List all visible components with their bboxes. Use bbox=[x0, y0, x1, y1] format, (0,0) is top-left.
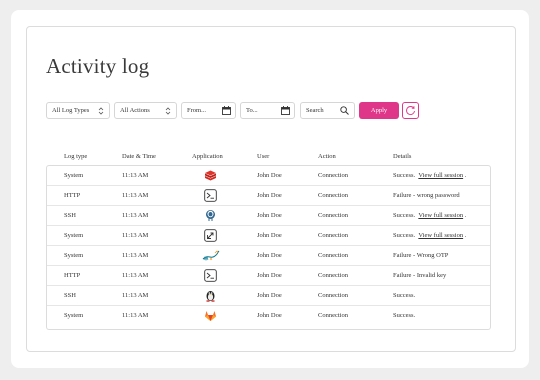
details-suffix: . bbox=[464, 172, 467, 179]
details-cell: Failure - Invalid key bbox=[393, 272, 447, 279]
table-row: System 11:13 AM John Doe Connection Succ… bbox=[47, 226, 490, 246]
user-cell: John Doe bbox=[257, 272, 282, 279]
column-header-action: Action bbox=[318, 153, 336, 160]
table-row: HTTP 11:13 AM John Doe Connection Failur… bbox=[47, 186, 490, 206]
user-cell: John Doe bbox=[257, 232, 282, 239]
terminal-icon bbox=[204, 189, 217, 202]
view-full-session-link[interactable]: View full session bbox=[418, 232, 463, 239]
action-cell: Connection bbox=[318, 172, 348, 179]
time-cell: 11:13 AM bbox=[122, 312, 149, 319]
search-placeholder: Search bbox=[306, 107, 324, 114]
view-full-session-link[interactable]: View full session bbox=[418, 172, 463, 179]
log-type-value: All Log Types bbox=[52, 107, 90, 114]
chevron-up-down-icon bbox=[165, 107, 171, 115]
to-date-placeholder: To... bbox=[246, 107, 258, 114]
log-type-cell: System bbox=[64, 252, 84, 259]
refresh-button[interactable] bbox=[402, 102, 419, 119]
details-cell: Success. bbox=[393, 312, 416, 319]
table-row: SSH 11:13 AM John Doe Connection Success… bbox=[47, 286, 490, 306]
details-cell: Failure - wrong password bbox=[393, 192, 460, 199]
details-suffix: . bbox=[464, 232, 467, 239]
time-cell: 11:13 AM bbox=[122, 192, 149, 199]
time-cell: 11:13 AM bbox=[122, 272, 149, 279]
log-type-cell: HTTP bbox=[64, 192, 81, 199]
user-cell: John Doe bbox=[257, 172, 282, 179]
action-cell: Connection bbox=[318, 312, 348, 319]
action-cell: Connection bbox=[318, 232, 348, 239]
mysql-icon bbox=[202, 250, 220, 261]
from-date-input[interactable]: From... bbox=[181, 102, 236, 119]
column-header-date-time: Date & Time bbox=[122, 153, 156, 160]
calendar-icon[interactable] bbox=[222, 106, 231, 115]
from-date-placeholder: From... bbox=[187, 107, 206, 114]
redis-icon bbox=[205, 170, 216, 181]
action-cell: Connection bbox=[318, 292, 348, 299]
refresh-icon bbox=[406, 106, 415, 115]
action-value: All Actions bbox=[120, 107, 150, 114]
page-title: Activity log bbox=[46, 54, 150, 78]
table-row: HTTP 11:13 AM John Doe Connection Failur… bbox=[47, 266, 490, 286]
table-row: SSH 11:13 AM John Doe Connection Success… bbox=[47, 206, 490, 226]
time-cell: 11:13 AM bbox=[122, 292, 149, 299]
action-cell: Connection bbox=[318, 212, 348, 219]
time-cell: 11:13 AM bbox=[122, 232, 149, 239]
log-type-cell: System bbox=[64, 312, 84, 319]
log-type-cell: SSH bbox=[64, 292, 76, 299]
activity-table: System 11:13 AM John Doe Connection Succ… bbox=[46, 165, 491, 330]
details-cell: Failure - Wrong OTP bbox=[393, 252, 449, 259]
log-type-cell: System bbox=[64, 172, 84, 179]
user-cell: John Doe bbox=[257, 312, 282, 319]
details-text: Success. bbox=[393, 232, 416, 239]
column-header-user: User bbox=[257, 153, 270, 160]
terminal-icon bbox=[204, 269, 217, 282]
details-cell: Success. View full session . bbox=[393, 232, 466, 239]
user-cell: John Doe bbox=[257, 252, 282, 259]
action-cell: Connection bbox=[318, 192, 348, 199]
remote-desktop-icon bbox=[204, 229, 217, 242]
time-cell: 11:13 AM bbox=[122, 212, 149, 219]
apply-button[interactable]: Apply bbox=[359, 102, 399, 119]
details-text: Success. bbox=[393, 212, 416, 219]
details-cell: Success. bbox=[393, 292, 416, 299]
details-suffix: . bbox=[464, 212, 467, 219]
user-cell: John Doe bbox=[257, 292, 282, 299]
time-cell: 11:13 AM bbox=[122, 252, 149, 259]
action-select[interactable]: All Actions bbox=[114, 102, 177, 119]
action-cell: Connection bbox=[318, 272, 348, 279]
table-row: System 11:13 AM John Doe Connection Succ… bbox=[47, 306, 490, 326]
log-type-cell: System bbox=[64, 232, 84, 239]
linux-icon bbox=[206, 291, 215, 302]
search-icon[interactable] bbox=[340, 106, 349, 115]
column-header-application: Application bbox=[192, 153, 223, 160]
search-input[interactable]: Search bbox=[300, 102, 355, 119]
gitlab-icon bbox=[205, 311, 216, 321]
log-type-select[interactable]: All Log Types bbox=[46, 102, 110, 119]
chevron-up-down-icon bbox=[98, 107, 104, 115]
action-cell: Connection bbox=[318, 252, 348, 259]
details-text: Success. bbox=[393, 172, 416, 179]
time-cell: 11:13 AM bbox=[122, 172, 149, 179]
calendar-icon[interactable] bbox=[281, 106, 290, 115]
details-cell: Success. View full session . bbox=[393, 172, 466, 179]
table-row: System 11:13 AM John Doe Connection Succ… bbox=[47, 166, 490, 186]
user-cell: John Doe bbox=[257, 212, 282, 219]
column-header-log-type: Log type bbox=[64, 153, 88, 160]
postgresql-icon bbox=[206, 210, 215, 221]
log-type-cell: SSH bbox=[64, 212, 76, 219]
log-type-cell: HTTP bbox=[64, 272, 81, 279]
table-row: System 11:13 AM John Doe Connection Fail… bbox=[47, 246, 490, 266]
column-header-details: Details bbox=[393, 153, 412, 160]
user-cell: John Doe bbox=[257, 192, 282, 199]
view-full-session-link[interactable]: View full session bbox=[418, 212, 463, 219]
to-date-input[interactable]: To... bbox=[240, 102, 295, 119]
details-cell: Success. View full session . bbox=[393, 212, 466, 219]
